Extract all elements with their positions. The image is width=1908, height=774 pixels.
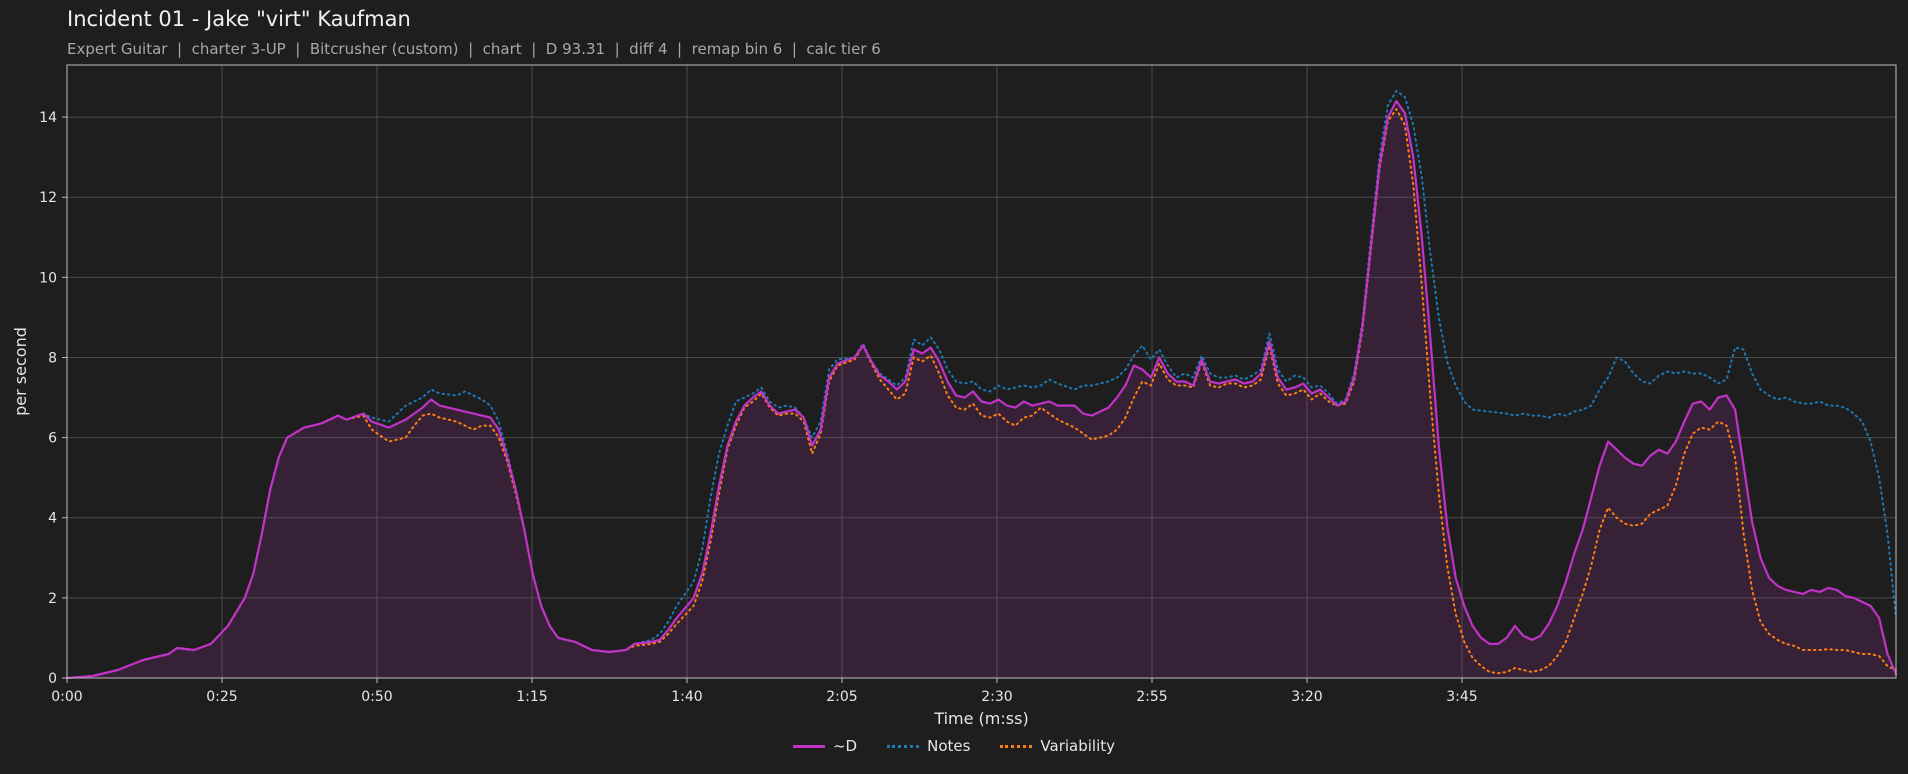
x-tick-label: 0:00 bbox=[51, 689, 82, 705]
x-axis-label: Time (m:ss) bbox=[933, 709, 1028, 728]
x-tick-label: 2:55 bbox=[1136, 689, 1167, 705]
y-axis-label: per second bbox=[11, 327, 30, 416]
y-tick-label: 2 bbox=[48, 591, 57, 607]
y-tick-label: 14 bbox=[39, 110, 57, 126]
legend-item: Variability bbox=[1000, 737, 1115, 755]
legend: ~D Notes Variability bbox=[0, 737, 1908, 755]
y-tick-label: 6 bbox=[48, 431, 57, 447]
y-tick-label: 4 bbox=[48, 511, 57, 527]
x-tick-label: 1:40 bbox=[671, 689, 702, 705]
y-tick-label: 12 bbox=[39, 190, 57, 206]
y-tick-label: 8 bbox=[48, 350, 57, 366]
legend-label: Notes bbox=[927, 737, 971, 755]
y-tick-label: 0 bbox=[48, 671, 57, 687]
legend-label: Variability bbox=[1040, 737, 1116, 755]
x-tick-label: 3:20 bbox=[1291, 689, 1322, 705]
y-tick-label: 10 bbox=[39, 270, 57, 286]
x-tick-label: 0:25 bbox=[206, 689, 237, 705]
chart-svg: 0:00 0:25 0:50 1:15 1:40 2:05 2:30 2:55 3:20 3:45… bbox=[11, 64, 1898, 728]
legend-swatch bbox=[887, 744, 920, 748]
legend-item: Notes bbox=[887, 737, 970, 755]
x-tick-label: 2:05 bbox=[826, 689, 857, 705]
x-tick-label: 3:45 bbox=[1446, 689, 1477, 705]
x-tick-label: 2:30 bbox=[981, 689, 1012, 705]
legend-label: ~D bbox=[832, 737, 858, 755]
x-tick-label: 0:50 bbox=[361, 689, 392, 705]
legend-item: ~D bbox=[792, 737, 858, 755]
x-tick-label: 1:15 bbox=[516, 689, 547, 705]
legend-swatch bbox=[1000, 744, 1033, 748]
legend-swatch bbox=[792, 744, 825, 748]
